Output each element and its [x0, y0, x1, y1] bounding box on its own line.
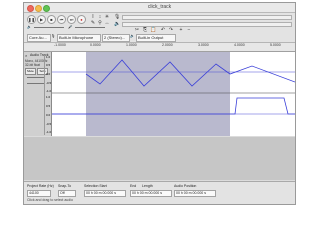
vertical-scale: 1.0 0.5 0.0 -0.5 -1.0 1.0 0.5 0.0 -0.5 -… [44, 55, 51, 135]
status-bar: Project Rate (Hz) 44100 Snap-To Off Sele… [24, 181, 295, 204]
waveform-svg[interactable] [52, 52, 295, 136]
audio-position-field[interactable]: 00 h 00 m 00.000 s [174, 190, 216, 197]
zoom-in-icon[interactable]: + [178, 27, 184, 33]
selection-region[interactable] [86, 52, 230, 136]
snap-to-select[interactable]: Off [58, 190, 76, 197]
pause-button[interactable]: ❚❚ [27, 15, 36, 24]
scale-label: 1.0 [46, 95, 51, 99]
output-device-select[interactable]: Built-in Output [136, 34, 176, 42]
ruler-tick: 0.0000 [90, 43, 101, 47]
redo-icon[interactable]: ↷ [168, 27, 174, 33]
audacity-window: click_track ❚❚ ▶ ■ ⏮ ⏭ ● I ↕ ✎ ⚲ ✳ ↔ 🎙 🔈… [23, 2, 296, 205]
selection-start-field[interactable]: 00 h 00 m 00.000 s [84, 190, 126, 197]
skip-to-end-button[interactable]: ⏭ [67, 15, 76, 24]
scale-label: 0.5 [46, 63, 51, 67]
timeshift-tool-icon[interactable]: ↔ [104, 20, 110, 26]
draw-tool-icon[interactable]: ✎ [90, 20, 96, 26]
ruler-tick: 5.0000 [270, 43, 281, 47]
record-button[interactable]: ● [77, 15, 86, 24]
selection-start-label: Selection Start [84, 184, 107, 188]
audio-position-label: Audio Position [174, 184, 197, 188]
scale-label: -1.0 [46, 130, 52, 134]
record-volume-slider[interactable] [75, 27, 105, 28]
scale-label: 0.0 [46, 72, 51, 76]
end-radio-label[interactable]: End [130, 184, 136, 188]
pan-slider[interactable] [27, 83, 45, 84]
track-info-line: 32-bit float [25, 63, 40, 67]
empty-track-area[interactable] [24, 137, 295, 180]
input-mic-icon: 🎙 [51, 34, 56, 38]
input-channels-select[interactable]: 2 (Stereo)... [102, 34, 130, 42]
scale-label: 0.0 [46, 113, 51, 117]
scale-label: 1.0 [46, 55, 51, 59]
play-button[interactable]: ▶ [37, 15, 46, 24]
window-title: click_track [147, 4, 172, 10]
scale-label: 0.5 [46, 104, 51, 108]
cut-icon[interactable]: ✂ [134, 27, 140, 33]
snap-to-label: Snap-To [58, 184, 72, 188]
volume-icon: 🔈 [27, 25, 32, 29]
scale-label: -0.5 [46, 122, 52, 126]
stop-button[interactable]: ■ [47, 15, 56, 24]
playback-volume-slider[interactable] [34, 27, 64, 28]
project-rate-select[interactable]: 44100 [27, 190, 51, 197]
ruler-tick: -1.0000 [54, 43, 66, 47]
ruler-tick: 1.0000 [126, 43, 137, 47]
track-control-panel[interactable]: × Audio Track Mono, 44100Hz 32-bit float… [24, 52, 52, 136]
toolbar: ❚❚ ▶ ■ ⏮ ⏭ ● I ↕ ✎ ⚲ ✳ ↔ 🎙 🔈 🔈 🎤 ✂ ⎘ 📋 ↶… [24, 13, 295, 43]
scale-label: -0.5 [46, 81, 52, 85]
length-radio-label[interactable]: Length [142, 184, 153, 188]
selection-end-field[interactable]: 00 h 00 m 00.000 s [130, 190, 172, 197]
timeline-ruler[interactable]: -1.0000 0.0000 1.0000 2.0000 3.0000 4.00… [24, 43, 295, 52]
ruler-tick: 3.0000 [198, 43, 209, 47]
ruler-tick: 2.0000 [162, 43, 173, 47]
scale-label: -1.0 [46, 89, 52, 93]
zoom-tool-icon[interactable]: ⚲ [97, 20, 103, 26]
gain-slider[interactable] [27, 77, 45, 78]
mic-volume-icon: 🎤 [68, 25, 73, 29]
mute-button[interactable]: Mute [25, 68, 36, 75]
undo-icon[interactable]: ↶ [160, 27, 166, 33]
output-speaker-icon: 🔈 [130, 34, 135, 38]
ruler-tick: 4.0000 [234, 43, 245, 47]
speaker-icon: 🔈 [114, 21, 121, 27]
copy-icon[interactable]: ⎘ [142, 27, 148, 33]
record-meter[interactable] [122, 15, 292, 20]
close-track-icon[interactable]: × [25, 53, 27, 58]
zoom-out-icon[interactable]: − [186, 27, 192, 33]
title-bar: click_track [24, 3, 295, 13]
skip-to-start-button[interactable]: ⏮ [57, 15, 66, 24]
mic-icon: 🎙 [114, 14, 121, 20]
audio-host-select[interactable]: Core Au... [27, 34, 51, 42]
paste-icon[interactable]: 📋 [150, 27, 156, 33]
input-device-select[interactable]: Built-in Microphone [57, 34, 101, 42]
status-hint: Click and drag to select audio [27, 198, 73, 202]
waveform-area[interactable] [52, 52, 295, 136]
project-rate-label: Project Rate (Hz) [27, 184, 54, 188]
